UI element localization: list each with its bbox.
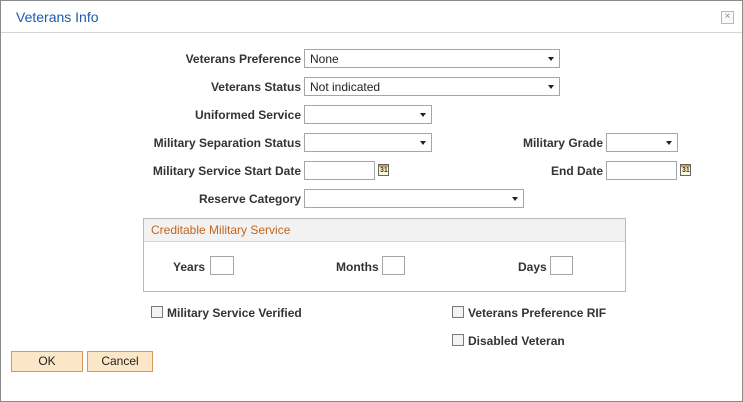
months-input[interactable] — [382, 256, 405, 275]
chevron-down-icon — [420, 113, 426, 117]
close-icon[interactable]: × — [721, 11, 734, 24]
calendar-icon[interactable]: 31 — [378, 164, 389, 176]
veterans-status-label: Veterans Status — [210, 80, 301, 94]
chevron-down-icon — [548, 57, 554, 61]
veterans-info-dialog: Veterans Info × Veterans Preference None… — [0, 0, 743, 402]
veterans-preference-rif-checkbox[interactable] — [452, 306, 464, 318]
chevron-down-icon — [420, 141, 426, 145]
military-service-verified-label: Military Service Verified — [167, 306, 302, 320]
creditable-military-service-header: Creditable Military Service — [144, 219, 625, 242]
reserve-category-label: Reserve Category — [198, 192, 301, 206]
military-service-start-date-label: Military Service Start Date — [152, 164, 301, 178]
military-grade-label: Military Grade — [522, 136, 603, 150]
veterans-preference-label: Veterans Preference — [185, 52, 301, 66]
calendar-icon[interactable]: 31 — [680, 164, 691, 176]
uniformed-service-label: Uniformed Service — [194, 108, 301, 122]
years-label: Years — [173, 260, 206, 274]
calendar-icon-day: 31 — [682, 167, 690, 174]
creditable-military-service-title: Creditable Military Service — [151, 223, 291, 237]
military-separation-status-label: Military Separation Status — [153, 136, 301, 150]
military-separation-status-select[interactable] — [304, 133, 432, 152]
years-input[interactable] — [210, 256, 234, 275]
military-grade-select[interactable] — [606, 133, 678, 152]
veterans-status-select[interactable]: Not indicated — [304, 77, 560, 96]
cancel-button[interactable]: Cancel — [87, 351, 153, 372]
military-service-verified-checkbox[interactable] — [151, 306, 163, 318]
days-input[interactable] — [550, 256, 573, 275]
months-label: Months — [336, 260, 379, 274]
veterans-status-value: Not indicated — [310, 80, 381, 94]
military-service-start-date-input[interactable] — [304, 161, 375, 180]
uniformed-service-select[interactable] — [304, 105, 432, 124]
days-label: Days — [518, 260, 547, 274]
end-date-label: End Date — [550, 164, 603, 178]
veterans-preference-select[interactable]: None — [304, 49, 560, 68]
veterans-preference-rif-label: Veterans Preference RIF — [468, 306, 607, 320]
dialog-title: Veterans Info — [16, 9, 99, 25]
reserve-category-select[interactable] — [304, 189, 524, 208]
disabled-veteran-checkbox[interactable] — [452, 334, 464, 346]
disabled-veteran-label: Disabled Veteran — [468, 334, 565, 348]
chevron-down-icon — [512, 197, 518, 201]
dialog-titlebar: Veterans Info × — [1, 1, 742, 33]
end-date-input[interactable] — [606, 161, 677, 180]
ok-button[interactable]: OK — [11, 351, 83, 372]
chevron-down-icon — [548, 85, 554, 89]
veterans-preference-value: None — [310, 52, 339, 66]
chevron-down-icon — [666, 141, 672, 145]
calendar-icon-day: 31 — [380, 167, 388, 174]
creditable-military-service-group: Creditable Military Service Years Months… — [143, 218, 626, 292]
